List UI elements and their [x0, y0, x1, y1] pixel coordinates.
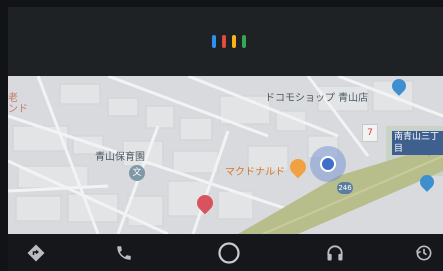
voice-assistant-bar[interactable] — [8, 7, 443, 76]
google-assistant-dots-icon — [212, 35, 246, 48]
headphones-icon — [327, 244, 343, 260]
current-location-marker — [320, 156, 336, 172]
map-canvas — [8, 76, 443, 234]
assistant-dot-blue — [212, 35, 216, 48]
map-label-docomo: ドコモショップ 青山店 — [265, 93, 369, 104]
navigation-icon — [27, 244, 45, 261]
map-label-nursery: 青山保育園 — [95, 152, 145, 163]
nursery-school-icon[interactable]: 文 — [129, 165, 145, 181]
nav-recents-button[interactable] — [412, 234, 436, 271]
seven-eleven-icon[interactable]: 7 — [362, 124, 378, 142]
nav-home-button[interactable] — [216, 234, 242, 271]
map-label-mcdonalds: マクドナルド — [225, 167, 285, 178]
bottom-nav-bar — [8, 234, 443, 271]
intersection-sign: 南青山三丁目 — [392, 131, 443, 155]
route-shield-icon: 246 — [337, 182, 353, 194]
phone-icon — [117, 245, 131, 260]
nav-navigation-button[interactable] — [24, 234, 48, 271]
map-view[interactable]: 7 文 246 南青山三丁目 ドコモショップ 青山店 青山保育園 マクドナルド … — [8, 76, 443, 234]
home-icon — [218, 241, 240, 264]
assistant-dot-red — [222, 35, 226, 48]
android-auto-screen: 7 文 246 南青山三丁目 ドコモショップ 青山店 青山保育園 マクドナルド … — [8, 7, 443, 271]
nav-phone-button[interactable] — [112, 234, 136, 271]
map-label-partial-mid: ンド — [8, 104, 28, 115]
recents-icon — [415, 245, 432, 260]
assistant-dot-yellow — [232, 35, 236, 48]
assistant-dot-green — [242, 35, 246, 48]
nav-media-button[interactable] — [323, 234, 347, 271]
